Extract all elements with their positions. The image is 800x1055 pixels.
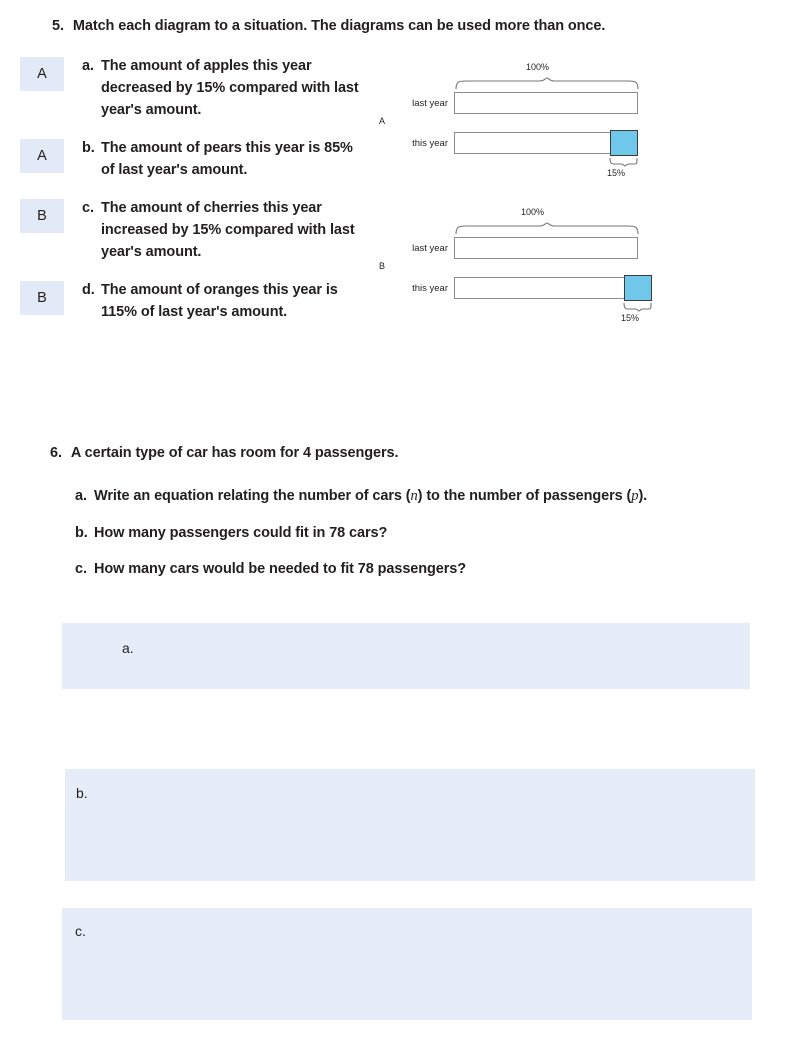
worksheet-page: 5. Match each diagram to a situation. The… [0, 0, 800, 1055]
diagram-a-label: A [379, 116, 386, 126]
match-item-letter: a. [82, 58, 94, 74]
answer-box-c-label: c. [75, 923, 86, 939]
question-6-prompt: A certain type of car has room for 4 pas… [70, 445, 399, 461]
match-item-text: The amount of oranges this year is 115% … [101, 282, 338, 321]
match-item-text: The amount of apples this year decreased… [101, 58, 359, 119]
question-5-prompt: Match each diagram to a situation. The d… [72, 18, 606, 34]
question-6-item-letter: a. [75, 488, 87, 504]
diagram-b-last-year-bar [454, 237, 638, 259]
diagram-b-top-brace [455, 222, 639, 235]
match-item-d: d. The amount of oranges this year is 11… [82, 279, 363, 323]
match-row: A a. The amount of apples this year decr… [20, 55, 380, 121]
diagram-a-last-year-bar [454, 92, 638, 114]
diagram-a-change-segment [610, 130, 638, 156]
question-5-heading: 5. Match each diagram to a situation. The… [52, 18, 605, 34]
diagram-a-row1-label: last year [412, 98, 448, 109]
diagram-a-row2-label: this year [412, 138, 448, 149]
question-6-item-a-pre: Write an equation relating the number of… [94, 488, 411, 504]
question-6-item-a-mid: ) to the number of passengers ( [417, 488, 632, 504]
match-item-c: c. The amount of cherries this year incr… [82, 197, 363, 263]
answer-chip-b[interactable]: A [20, 139, 64, 174]
question-6-item-a: a. Write an equation relating the number… [75, 488, 715, 505]
match-row: A b. The amount of pears this year is 85… [20, 137, 380, 181]
answer-chip-d[interactable]: B [20, 281, 64, 316]
question-5-match-list: A a. The amount of apples this year decr… [20, 55, 380, 323]
match-item-text: The amount of pears this year is 85% of … [101, 140, 353, 179]
match-item-letter: b. [82, 140, 95, 157]
question-6-number: 6. [50, 445, 62, 461]
diagram-a-segment-label: 15% [607, 168, 626, 178]
diagram-b-segment-label: 15% [621, 313, 640, 323]
diagram-b-total-label: 100% [521, 207, 545, 217]
answer-box-a-label: a. [122, 640, 134, 656]
answer-box-b-label: b. [76, 785, 88, 801]
match-item-a: a. The amount of apples this year decrea… [82, 55, 363, 121]
answer-box-b[interactable]: b. [65, 769, 755, 881]
answer-box-a[interactable]: a. [62, 623, 750, 689]
tape-diagram-b: B 100% last year this year 15% [376, 205, 666, 323]
variable-n: n [410, 488, 418, 504]
question-6-item-letter: b. [75, 525, 88, 541]
diagram-b-change-segment [624, 275, 652, 301]
diagram-a-total-label: 100% [526, 62, 550, 72]
diagram-b-segment-brace [623, 302, 652, 312]
diagram-b-row1-label: last year [412, 243, 448, 254]
diagram-b-row2-label: this year [412, 283, 448, 294]
match-row: B d. The amount of oranges this year is … [20, 279, 380, 323]
question-6-item-a-post: ). [638, 488, 648, 504]
diagram-b-label: B [379, 261, 386, 271]
match-item-letter: d. [82, 282, 95, 299]
question-6-item-text: How many cars would be needed to fit 78 … [94, 561, 466, 577]
question-6-heading: 6. A certain type of car has room for 4 p… [50, 445, 398, 461]
tape-diagram-a: A 100% last year this year 15% [376, 60, 666, 178]
question-6-item-text: Write an equation relating the number of… [94, 488, 647, 505]
question-5-number: 5. [52, 18, 64, 34]
question-6-item-list: a. Write an equation relating the number… [75, 488, 715, 597]
match-row: B c. The amount of cherries this year in… [20, 197, 380, 263]
answer-chip-c[interactable]: B [20, 199, 64, 234]
question-6-item-c: c. How many cars would be needed to fit … [75, 561, 715, 577]
diagram-a-top-brace [455, 77, 639, 90]
diagram-b-this-year-bar [454, 277, 638, 299]
match-item-b: b. The amount of pears this year is 85% … [82, 137, 363, 181]
question-6-item-b: b. How many passengers could fit in 78 c… [75, 525, 715, 541]
answer-box-c[interactable]: c. [62, 908, 752, 1020]
match-item-text: The amount of cherries this year increas… [101, 200, 355, 261]
match-item-letter: c. [82, 200, 94, 217]
question-6-item-letter: c. [75, 561, 87, 577]
diagram-a-segment-brace [609, 157, 638, 167]
answer-chip-a[interactable]: A [20, 57, 64, 91]
question-6-item-text: How many passengers could fit in 78 cars… [94, 525, 388, 541]
